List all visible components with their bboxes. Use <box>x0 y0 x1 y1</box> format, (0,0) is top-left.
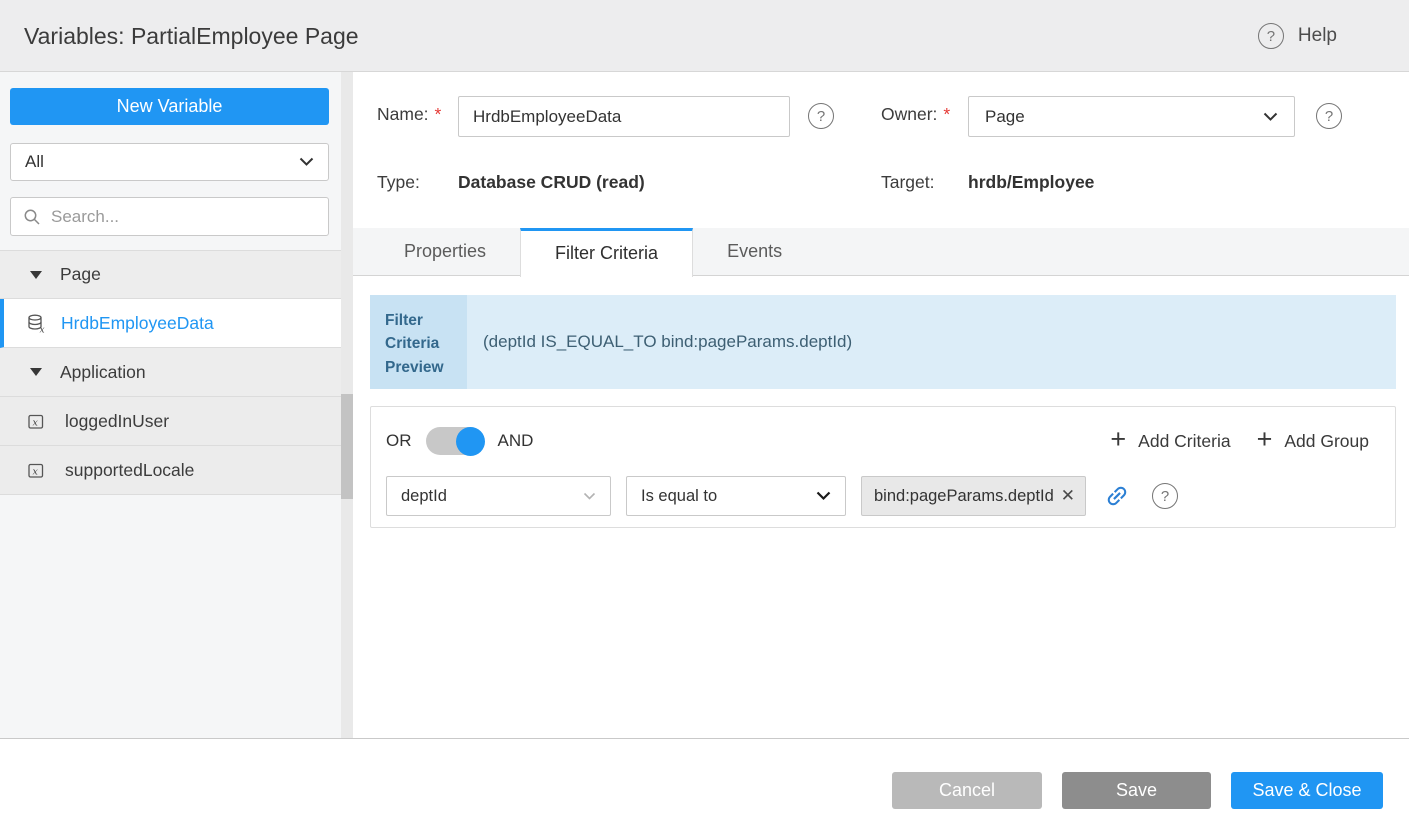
tree-group-label: Application <box>60 362 146 383</box>
target-label: Target: <box>881 172 935 193</box>
svg-text:x: x <box>33 466 39 477</box>
page-title: Variables: PartialEmployee Page <box>24 0 359 72</box>
help-label: Help <box>1298 25 1337 47</box>
owner-selected-value: Page <box>985 107 1025 127</box>
owner-label: Owner:* <box>881 104 950 125</box>
tree-group-label: Page <box>60 264 101 285</box>
svg-text:x: x <box>40 325 45 334</box>
add-group-button[interactable]: + Add Group <box>1257 429 1369 453</box>
add-criteria-button[interactable]: + Add Criteria <box>1110 429 1230 453</box>
name-input[interactable] <box>458 96 790 137</box>
model-variable-icon: x <box>26 460 47 481</box>
triangle-down-icon <box>30 368 42 376</box>
bind-link-icon[interactable] <box>1104 483 1130 509</box>
variables-tree: Page x HrdbEmployeeData Application <box>0 250 341 495</box>
field-selected-value: deptId <box>401 487 447 506</box>
triangle-down-icon <box>30 271 42 279</box>
filter-selected-value: All <box>25 152 44 172</box>
chevron-down-icon <box>1263 112 1278 122</box>
chip-text: bind:pageParams.deptId <box>874 487 1059 506</box>
owner-select[interactable]: Page <box>968 96 1295 137</box>
variables-dialog: Variables: PartialEmployee Page ? Help N… <box>0 0 1409 838</box>
chevron-down-icon <box>299 157 314 167</box>
tree-item-supportedlocale[interactable]: x supportedLocale <box>0 446 341 495</box>
search-box <box>10 197 329 236</box>
name-label: Name:* <box>377 104 441 125</box>
tree-group-application[interactable]: Application <box>0 348 341 397</box>
plus-icon: + <box>1257 426 1273 453</box>
required-asterisk: * <box>435 104 442 124</box>
chevron-down-icon <box>583 492 596 501</box>
add-group-label: Add Group <box>1284 431 1369 452</box>
scrollbar-thumb[interactable] <box>341 394 353 499</box>
operator-select[interactable]: Is equal to <box>626 476 846 516</box>
new-variable-button[interactable]: New Variable <box>10 88 329 125</box>
criteria-help-icon[interactable]: ? <box>1152 483 1178 509</box>
tree-item-label: HrdbEmployeeData <box>61 313 214 334</box>
database-variable-icon: x <box>26 313 47 334</box>
sidebar-scrollbar[interactable] <box>341 72 353 738</box>
required-asterisk: * <box>943 104 950 124</box>
variable-detail-panel: Name:* ? Owner:* Page ? Type: Database C… <box>353 72 1409 738</box>
search-icon <box>23 208 41 226</box>
help-circle-icon: ? <box>1258 23 1284 49</box>
add-criteria-label: Add Criteria <box>1138 431 1230 452</box>
value-binding-chip[interactable]: bind:pageParams.deptId ✕ <box>861 476 1086 516</box>
tree-group-page[interactable]: Page <box>0 250 341 299</box>
tab-filter-criteria[interactable]: Filter Criteria <box>520 228 693 277</box>
criteria-actions: + Add Criteria + Add Group <box>1110 421 1369 461</box>
cancel-button[interactable]: Cancel <box>892 772 1042 809</box>
field-select[interactable]: deptId <box>386 476 611 516</box>
remove-binding-icon[interactable]: ✕ <box>1059 486 1077 506</box>
svg-text:x: x <box>33 417 39 428</box>
or-and-toggle[interactable] <box>426 427 484 455</box>
or-label: OR <box>386 431 412 451</box>
type-value: Database CRUD (read) <box>458 172 645 193</box>
target-value: hrdb/Employee <box>968 172 1094 193</box>
criteria-row: deptId Is equal to bind:pageParams.deptI… <box>386 476 1178 516</box>
tree-item-label: loggedInUser <box>65 411 169 432</box>
and-label: AND <box>498 431 534 451</box>
variable-type-filter-select[interactable]: All <box>10 143 329 181</box>
tree-item-loggedinuser[interactable]: x loggedInUser <box>0 397 341 446</box>
plus-icon: + <box>1110 426 1126 453</box>
help-button[interactable]: ? Help <box>1258 0 1337 72</box>
tree-item-hrdbemployeedata[interactable]: x HrdbEmployeeData <box>0 299 341 348</box>
tab-properties[interactable]: Properties <box>370 228 520 276</box>
save-and-close-button[interactable]: Save & Close <box>1231 772 1383 809</box>
dialog-header: Variables: PartialEmployee Page ? Help <box>0 0 1409 72</box>
model-variable-icon: x <box>26 411 47 432</box>
preview-expression: (deptId IS_EQUAL_TO bind:pageParams.dept… <box>467 295 1396 389</box>
filter-criteria-preview: Filter Criteria Preview (deptId IS_EQUAL… <box>370 295 1396 389</box>
variables-sidebar: New Variable All Page <box>0 72 353 738</box>
type-label: Type: <box>377 172 420 193</box>
tab-events[interactable]: Events <box>693 228 816 276</box>
tree-item-label: supportedLocale <box>65 460 194 481</box>
operator-selected-value: Is equal to <box>641 487 717 506</box>
save-button[interactable]: Save <box>1062 772 1211 809</box>
chevron-down-icon <box>816 491 831 501</box>
owner-help-icon[interactable]: ? <box>1316 103 1342 129</box>
search-input[interactable] <box>51 207 316 227</box>
detail-tabbar: Properties Filter Criteria Events <box>353 228 1409 276</box>
dialog-footer: Cancel Save Save & Close <box>0 738 1409 838</box>
toggle-knob <box>456 427 485 456</box>
logic-toggle-row: OR AND <box>386 421 533 461</box>
criteria-group: OR AND + Add Criteria + Add Group deptId <box>370 406 1396 528</box>
preview-label: Filter Criteria Preview <box>370 295 467 389</box>
name-help-icon[interactable]: ? <box>808 103 834 129</box>
